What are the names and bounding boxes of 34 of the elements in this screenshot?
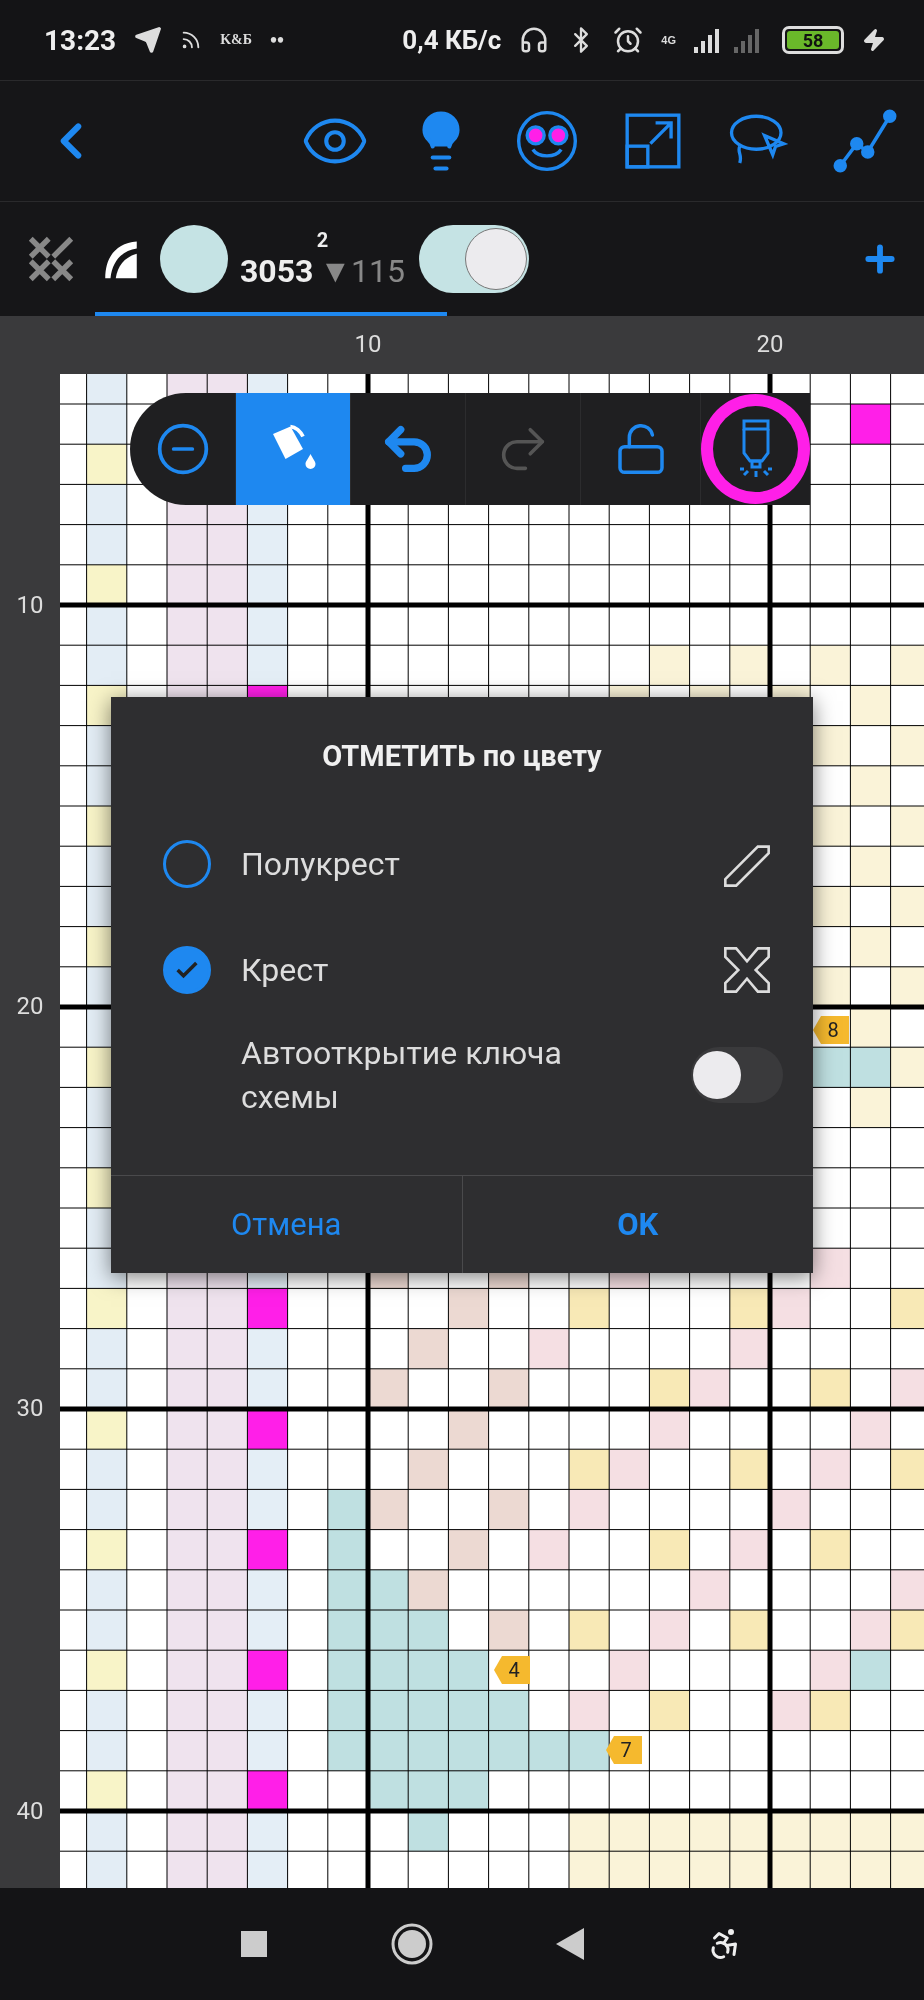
headphones-icon — [519, 25, 550, 55]
battery-indicator: 58 — [782, 26, 844, 54]
toggle-label: Автооткрытие ключа схемы — [241, 1033, 563, 1118]
dialog-title: ОТМЕТИТЬ по цвету — [321, 738, 603, 775]
network-type: 4G — [661, 34, 676, 46]
option-label: Полукрест — [241, 845, 401, 883]
marker-tag: 8 — [813, 1016, 849, 1044]
cancel-button[interactable]: Отмена — [111, 1176, 462, 1273]
cross-stitch-icon — [721, 944, 773, 996]
ruler-label: 20 — [756, 330, 784, 358]
radio-button[interactable] — [163, 946, 211, 994]
superscript-count: 2 — [316, 228, 329, 252]
marker-tag: 7 — [606, 1736, 642, 1764]
remaining-count: ▼115 — [319, 252, 406, 290]
carrier-label: K&Б — [220, 32, 252, 48]
radio-button[interactable] — [163, 840, 211, 888]
more-dots: •• — [269, 28, 284, 52]
clock: 13:23 — [44, 23, 117, 57]
ruler-label: 10 — [354, 330, 382, 358]
alarm-icon — [613, 25, 644, 55]
home-icon[interactable] — [389, 1922, 434, 1966]
ruler-label: 20 — [16, 992, 44, 1020]
ruler-label: 10 — [16, 591, 44, 619]
back-icon[interactable] — [556, 1928, 585, 1960]
ok-button[interactable]: OK — [461, 1176, 813, 1273]
option-label: Крест — [241, 951, 330, 989]
ruler-label: 40 — [16, 1797, 44, 1825]
ruler-label: 30 — [16, 1394, 44, 1422]
marker-tag: 4 — [494, 1656, 530, 1684]
charging-icon — [862, 28, 886, 52]
recents-icon[interactable] — [241, 1931, 268, 1957]
paper-plane-icon — [134, 26, 163, 54]
network-speed: 0,4 КБ/с — [402, 25, 502, 55]
stitch-count: 3053 — [240, 252, 314, 290]
